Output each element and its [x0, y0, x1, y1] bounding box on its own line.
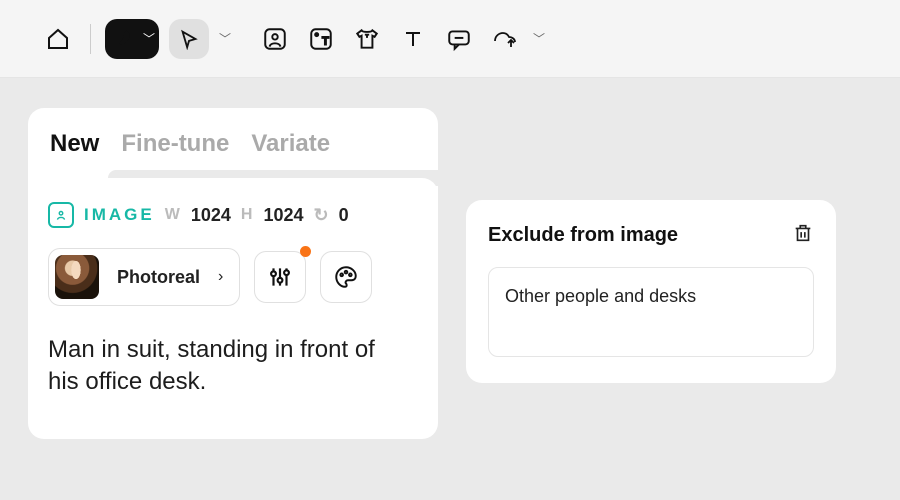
image-type-label: IMAGE — [84, 205, 155, 225]
brush-tool-group[interactable]: ﹀ — [105, 19, 159, 59]
pointer-icon — [178, 28, 200, 50]
width-label: W — [165, 206, 181, 224]
tshirt-icon — [354, 26, 380, 52]
text-icon — [401, 27, 425, 51]
rotate-icon: ↻ — [314, 205, 329, 226]
exclude-header: Exclude from image — [488, 222, 814, 249]
chat-button[interactable] — [441, 21, 477, 57]
portrait-button[interactable] — [257, 21, 293, 57]
tab-variate[interactable]: Variate — [251, 130, 330, 158]
canvas-area: New Fine-tune Variate IMAGE W 1024 H 102… — [0, 78, 900, 469]
prompt-panel: New Fine-tune Variate IMAGE W 1024 H 102… — [28, 108, 438, 439]
toolbar-divider — [90, 24, 91, 54]
style-name: Photoreal — [117, 267, 200, 288]
rotation-value[interactable]: 0 — [339, 205, 349, 226]
chevron-down-icon[interactable]: ﹀ — [219, 30, 231, 47]
type-box-button[interactable]: T — [303, 21, 339, 57]
style-selector[interactable]: Photoreal › — [48, 248, 240, 306]
home-button[interactable] — [40, 21, 76, 57]
meta-row: IMAGE W 1024 H 1024 ↻ 0 — [48, 202, 418, 228]
image-type-icon[interactable] — [48, 202, 74, 228]
person-icon — [54, 208, 68, 222]
palette-button[interactable] — [320, 251, 372, 303]
panel-body: IMAGE W 1024 H 1024 ↻ 0 Photoreal › — [28, 178, 438, 399]
type-box-icon: T — [308, 26, 334, 52]
delete-exclude-button[interactable] — [792, 222, 814, 249]
width-value[interactable]: 1024 — [191, 205, 231, 226]
brush-button[interactable] — [109, 23, 141, 55]
style-thumbnail — [55, 255, 99, 299]
chevron-down-icon[interactable]: ﹀ — [533, 30, 545, 47]
pointer-tool-group[interactable] — [169, 19, 209, 59]
notification-dot — [300, 246, 311, 257]
chat-icon — [446, 26, 472, 52]
mode-tabs: New Fine-tune Variate — [28, 108, 438, 172]
chevron-right-icon: › — [218, 268, 223, 286]
chevron-down-icon[interactable]: ﹀ — [143, 30, 155, 47]
tab-fine-tune[interactable]: Fine-tune — [121, 130, 229, 158]
text-button[interactable] — [395, 21, 431, 57]
palette-icon — [333, 264, 359, 290]
portrait-icon — [262, 26, 288, 52]
tshirt-button[interactable] — [349, 21, 385, 57]
sliders-button[interactable] — [254, 251, 306, 303]
prompt-text[interactable]: Man in suit, standing in front of his of… — [48, 334, 418, 399]
sliders-icon — [267, 264, 293, 290]
image-upload-icon — [491, 27, 519, 51]
image-upload-button[interactable] — [487, 21, 523, 57]
tab-new[interactable]: New — [50, 130, 99, 158]
brush-icon — [114, 28, 136, 50]
height-label: H — [241, 206, 254, 224]
height-value[interactable]: 1024 — [263, 205, 303, 226]
top-toolbar: ﹀ ﹀ T ﹀ — [0, 0, 900, 78]
exclude-panel: Exclude from image Other people and desk… — [466, 200, 836, 383]
svg-text:T: T — [322, 35, 329, 47]
trash-icon — [792, 222, 814, 244]
exclude-title: Exclude from image — [488, 224, 678, 247]
style-row: Photoreal › — [48, 248, 418, 306]
pointer-button[interactable] — [173, 23, 205, 55]
home-icon — [46, 27, 70, 51]
exclude-input[interactable]: Other people and desks — [488, 267, 814, 357]
